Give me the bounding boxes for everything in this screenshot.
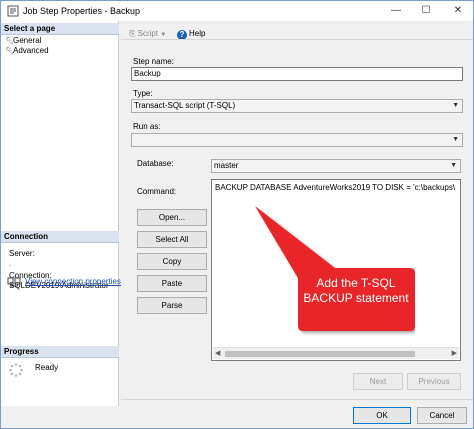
database-value: master — [214, 161, 239, 170]
paste-button[interactable]: Paste — [137, 275, 207, 292]
close-button[interactable]: ✕ — [443, 1, 473, 21]
command-text: BACKUP DATABASE AdventureWorks2019 TO DI… — [215, 183, 455, 192]
script-label: Script — [137, 29, 159, 38]
script-icon: ⎘ — [129, 29, 136, 38]
database-label: Database: — [137, 159, 174, 168]
window-app-icon — [7, 5, 19, 17]
type-select[interactable]: Transact-SQL script (T-SQL) ▼ — [131, 99, 463, 113]
type-value: Transact-SQL script (T-SQL) — [134, 101, 236, 110]
select-page-header: Select a page — [1, 23, 119, 35]
help-label: Help — [189, 29, 206, 38]
server-value: . — [9, 259, 12, 268]
open-button[interactable]: Open... — [137, 209, 207, 226]
maximize-button[interactable]: ☐ — [411, 1, 441, 21]
connection-properties-icon — [7, 277, 21, 287]
connection-header: Connection — [1, 231, 119, 243]
page-item-label: General — [13, 36, 42, 45]
callout-text: Add the T-SQL BACKUP statement — [303, 276, 409, 305]
step-name-field[interactable]: Backup — [131, 67, 463, 81]
scroll-right-icon[interactable]: ▶ — [452, 348, 457, 360]
server-label: Server: — [9, 249, 35, 258]
chevron-down-icon: ▼ — [450, 162, 457, 169]
chevron-down-icon: ▼ — [452, 136, 459, 143]
view-connection-properties-link[interactable]: View connection properties — [25, 277, 121, 286]
bottom-divider — [121, 399, 473, 400]
parse-button[interactable]: Parse — [137, 297, 207, 314]
run-as-label: Run as: — [133, 122, 161, 131]
chevron-down-icon: ▼ — [452, 102, 459, 109]
job-step-properties-window: Job Step Properties - Backup — ☐ ✕ Selec… — [0, 0, 474, 429]
previous-button[interactable]: Previous — [407, 373, 461, 390]
minimize-button[interactable]: — — [381, 1, 411, 21]
scroll-left-icon[interactable]: ◀ — [215, 348, 220, 360]
title-bar: Job Step Properties - Backup — ☐ ✕ — [1, 1, 473, 21]
command-horizontal-scrollbar[interactable]: ◀ ▶ — [213, 347, 459, 359]
progress-spinner-icon — [9, 363, 23, 377]
page-item-advanced[interactable]: 🔧︎Advanced — [5, 46, 49, 57]
callout-arrow-shape — [255, 206, 415, 331]
cancel-button[interactable]: Cancel — [417, 407, 467, 424]
type-label: Type: — [133, 89, 153, 98]
run-as-select[interactable]: ▼ — [131, 133, 463, 147]
scrollbar-thumb[interactable] — [225, 351, 415, 357]
ok-button[interactable]: OK — [353, 407, 411, 424]
copy-button[interactable]: Copy — [137, 253, 207, 270]
command-label: Command: — [137, 187, 177, 196]
window-title: Job Step Properties - Backup — [23, 6, 141, 16]
toolbar: ⎘ Script ▼ ? Help — [121, 23, 471, 43]
page-item-label: Advanced — [13, 46, 49, 55]
database-select[interactable]: master ▼ — [211, 159, 461, 173]
next-button[interactable]: Next — [353, 373, 403, 390]
toolbar-divider — [121, 39, 473, 40]
wrench-icon: 🔧︎ — [5, 48, 14, 55]
progress-header: Progress — [1, 346, 119, 358]
step-name-label: Step name: — [133, 57, 174, 66]
progress-status: Ready — [35, 363, 59, 372]
chevron-down-icon: ▼ — [160, 32, 167, 38]
select-all-button[interactable]: Select All — [137, 231, 207, 248]
